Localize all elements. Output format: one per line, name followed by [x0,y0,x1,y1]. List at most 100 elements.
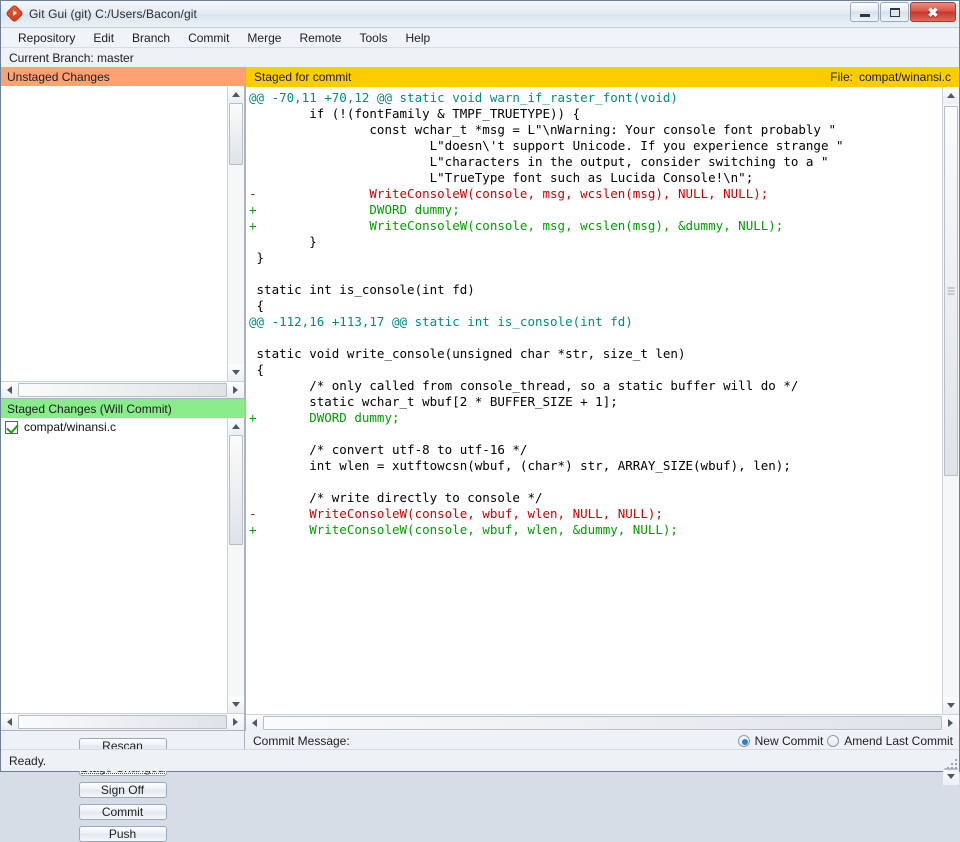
status-bar: Ready. [1,749,959,771]
diff-line-hunk: @@ -70,11 +70,12 @@ static void warn_if_… [249,90,678,105]
file-name: compat/winansi.c [24,420,117,434]
scroll-down-icon[interactable] [943,697,959,714]
diff-panel: Staged for commit File: compat/winansi.c… [245,67,959,731]
menu-item-branch[interactable]: Branch [123,29,179,47]
diff-horizontal-scrollbar[interactable] [246,714,959,731]
scroll-track[interactable] [18,714,227,730]
scroll-track[interactable] [228,435,244,696]
scroll-up-icon[interactable] [943,87,959,104]
scroll-track[interactable] [263,715,942,731]
file-lists-panel: Unstaged Changes Staged Changes (Will Co… [1,67,245,731]
diff-line-context: /* only called from console_thread, so a… [249,378,799,393]
diff-line-context: } [249,250,265,265]
sign-off-button[interactable]: Sign Off [78,782,167,798]
unstaged-list-items[interactable] [1,86,227,381]
amend-last-commit-radio[interactable]: Amend Last Commit [827,734,953,748]
scroll-right-icon[interactable] [942,715,959,731]
diff-content-wrap: @@ -70,11 +70,12 @@ static void warn_if_… [246,87,959,714]
radio-selected-icon [737,735,750,747]
unstaged-vertical-scrollbar[interactable] [227,86,244,381]
diff-line-add: + WriteConsoleW(console, wbuf, wlen, &du… [249,522,678,537]
diff-line-context: L"TrueType font such as Lucida Console!\… [249,170,754,185]
staged-vertical-scrollbar[interactable] [227,418,244,713]
commit-message-label: Commit Message: [253,734,350,748]
scroll-left-icon[interactable] [1,714,18,730]
upper-pane: Unstaged Changes Staged Changes (Will Co… [1,67,959,731]
staged-list-items[interactable]: compat/winansi.c [1,418,227,713]
diff-line-del: - WriteConsoleW(console, wbuf, wlen, NUL… [249,506,663,521]
diff-line-context: { [249,298,265,313]
staged-header: Staged Changes (Will Commit) [1,399,245,418]
diff-status-label: Staged for commit [254,70,352,84]
diff-line-context: /* write directly to console */ [249,490,543,505]
amend-last-commit-label: Amend Last Commit [844,734,953,748]
diff-line-context [249,266,942,282]
menu-item-remote[interactable]: Remote [290,29,350,47]
checkmark-icon[interactable] [5,420,18,434]
staged-horizontal-scrollbar[interactable] [1,713,244,730]
diff-line-context: L"characters in the output, consider swi… [249,154,829,169]
diff-line-context: if (!(fontFamily & TMPF_TRUETYPE)) { [249,106,581,121]
new-commit-radio[interactable]: New Commit [737,734,824,748]
diff-line-context: L"doesn\'t support Unicode. If you exper… [249,138,844,153]
commit-message-toolbar: Commit Message: New Commit Amend Last Co… [245,731,959,751]
scroll-track[interactable] [18,382,227,398]
scroll-thumb[interactable] [229,103,243,165]
scroll-right-icon[interactable] [227,382,244,398]
maximize-button[interactable] [880,2,909,22]
main-body: Unstaged Changes Staged Changes (Will Co… [1,67,959,842]
window-title: Git Gui (git) C:/Users/Bacon/git [29,7,197,21]
close-button[interactable]: ✖ [910,2,956,22]
diff-line-add: + DWORD dummy; [249,202,460,217]
new-commit-label: New Commit [754,734,824,748]
menu-item-merge[interactable]: Merge [238,29,290,47]
scroll-thumb[interactable] [263,716,942,730]
staged-file-list[interactable]: compat/winansi.c [1,418,245,731]
commit-message-panel: Commit Message: New Commit Amend Last Co… [245,731,959,785]
menu-item-repository[interactable]: Repository [9,29,84,47]
diff-line-context: static wchar_t wbuf[2 * BUFFER_SIZE + 1]… [249,394,618,409]
resize-grip-icon[interactable] [945,757,957,769]
scroll-grip-icon [947,286,955,297]
scroll-thumb[interactable] [944,106,958,476]
scroll-up-icon[interactable] [228,86,244,103]
menu-item-edit[interactable]: Edit [84,29,123,47]
diff-line-add: + WriteConsoleW(console, msg, wcslen(msg… [249,218,784,233]
commit-pane: RescanStage ChangedSign OffCommitPush Co… [1,731,959,842]
diff-text[interactable]: @@ -70,11 +70,12 @@ static void warn_if_… [246,87,942,714]
minimize-button[interactable] [850,2,879,22]
git-gui-icon [6,5,23,22]
scroll-left-icon[interactable] [1,382,18,398]
scroll-track[interactable] [228,103,244,364]
scroll-thumb[interactable] [229,435,243,545]
menu-item-tools[interactable]: Tools [350,29,396,47]
scroll-down-icon[interactable] [228,364,244,381]
menu-bar: Repository Edit Branch Commit Merge Remote Too… [1,28,959,48]
unstaged-horizontal-scrollbar[interactable] [1,381,244,398]
maximize-icon [889,7,900,17]
diff-line-context: static void write_console(unsigned char … [249,346,686,361]
unstaged-file-list[interactable] [1,86,245,399]
diff-line-del: - WriteConsoleW(console, msg, wcslen(msg… [249,186,769,201]
diff-file-label: File: [830,70,853,84]
diff-vertical-scrollbar[interactable] [942,87,959,714]
current-branch-bar: Current Branch: master [1,48,959,67]
scroll-up-icon[interactable] [228,418,244,435]
scroll-track[interactable] [943,104,959,697]
diff-line-context: /* convert utf-8 to utf-16 */ [249,442,528,457]
menu-item-help[interactable]: Help [396,29,439,47]
action-buttons: RescanStage ChangedSign OffCommitPush [1,731,245,842]
menu-item-commit[interactable]: Commit [179,29,238,47]
title-bar: Git Gui (git) C:/Users/Bacon/git ✖ [1,1,959,28]
commit-button[interactable]: Commit [78,804,167,820]
scroll-thumb[interactable] [18,715,227,729]
list-item[interactable]: compat/winansi.c [1,418,227,436]
push-button[interactable]: Push [78,826,167,842]
diff-line-hunk: @@ -112,16 +113,17 @@ static int is_cons… [249,314,633,329]
scroll-left-icon[interactable] [246,715,263,731]
diff-line-context: int wlen = xutftowcsn(wbuf, (char*) str,… [249,458,791,473]
scroll-thumb[interactable] [18,383,227,397]
scroll-down-icon[interactable] [228,696,244,713]
close-icon: ✖ [927,4,939,20]
scroll-right-icon[interactable] [227,714,244,730]
